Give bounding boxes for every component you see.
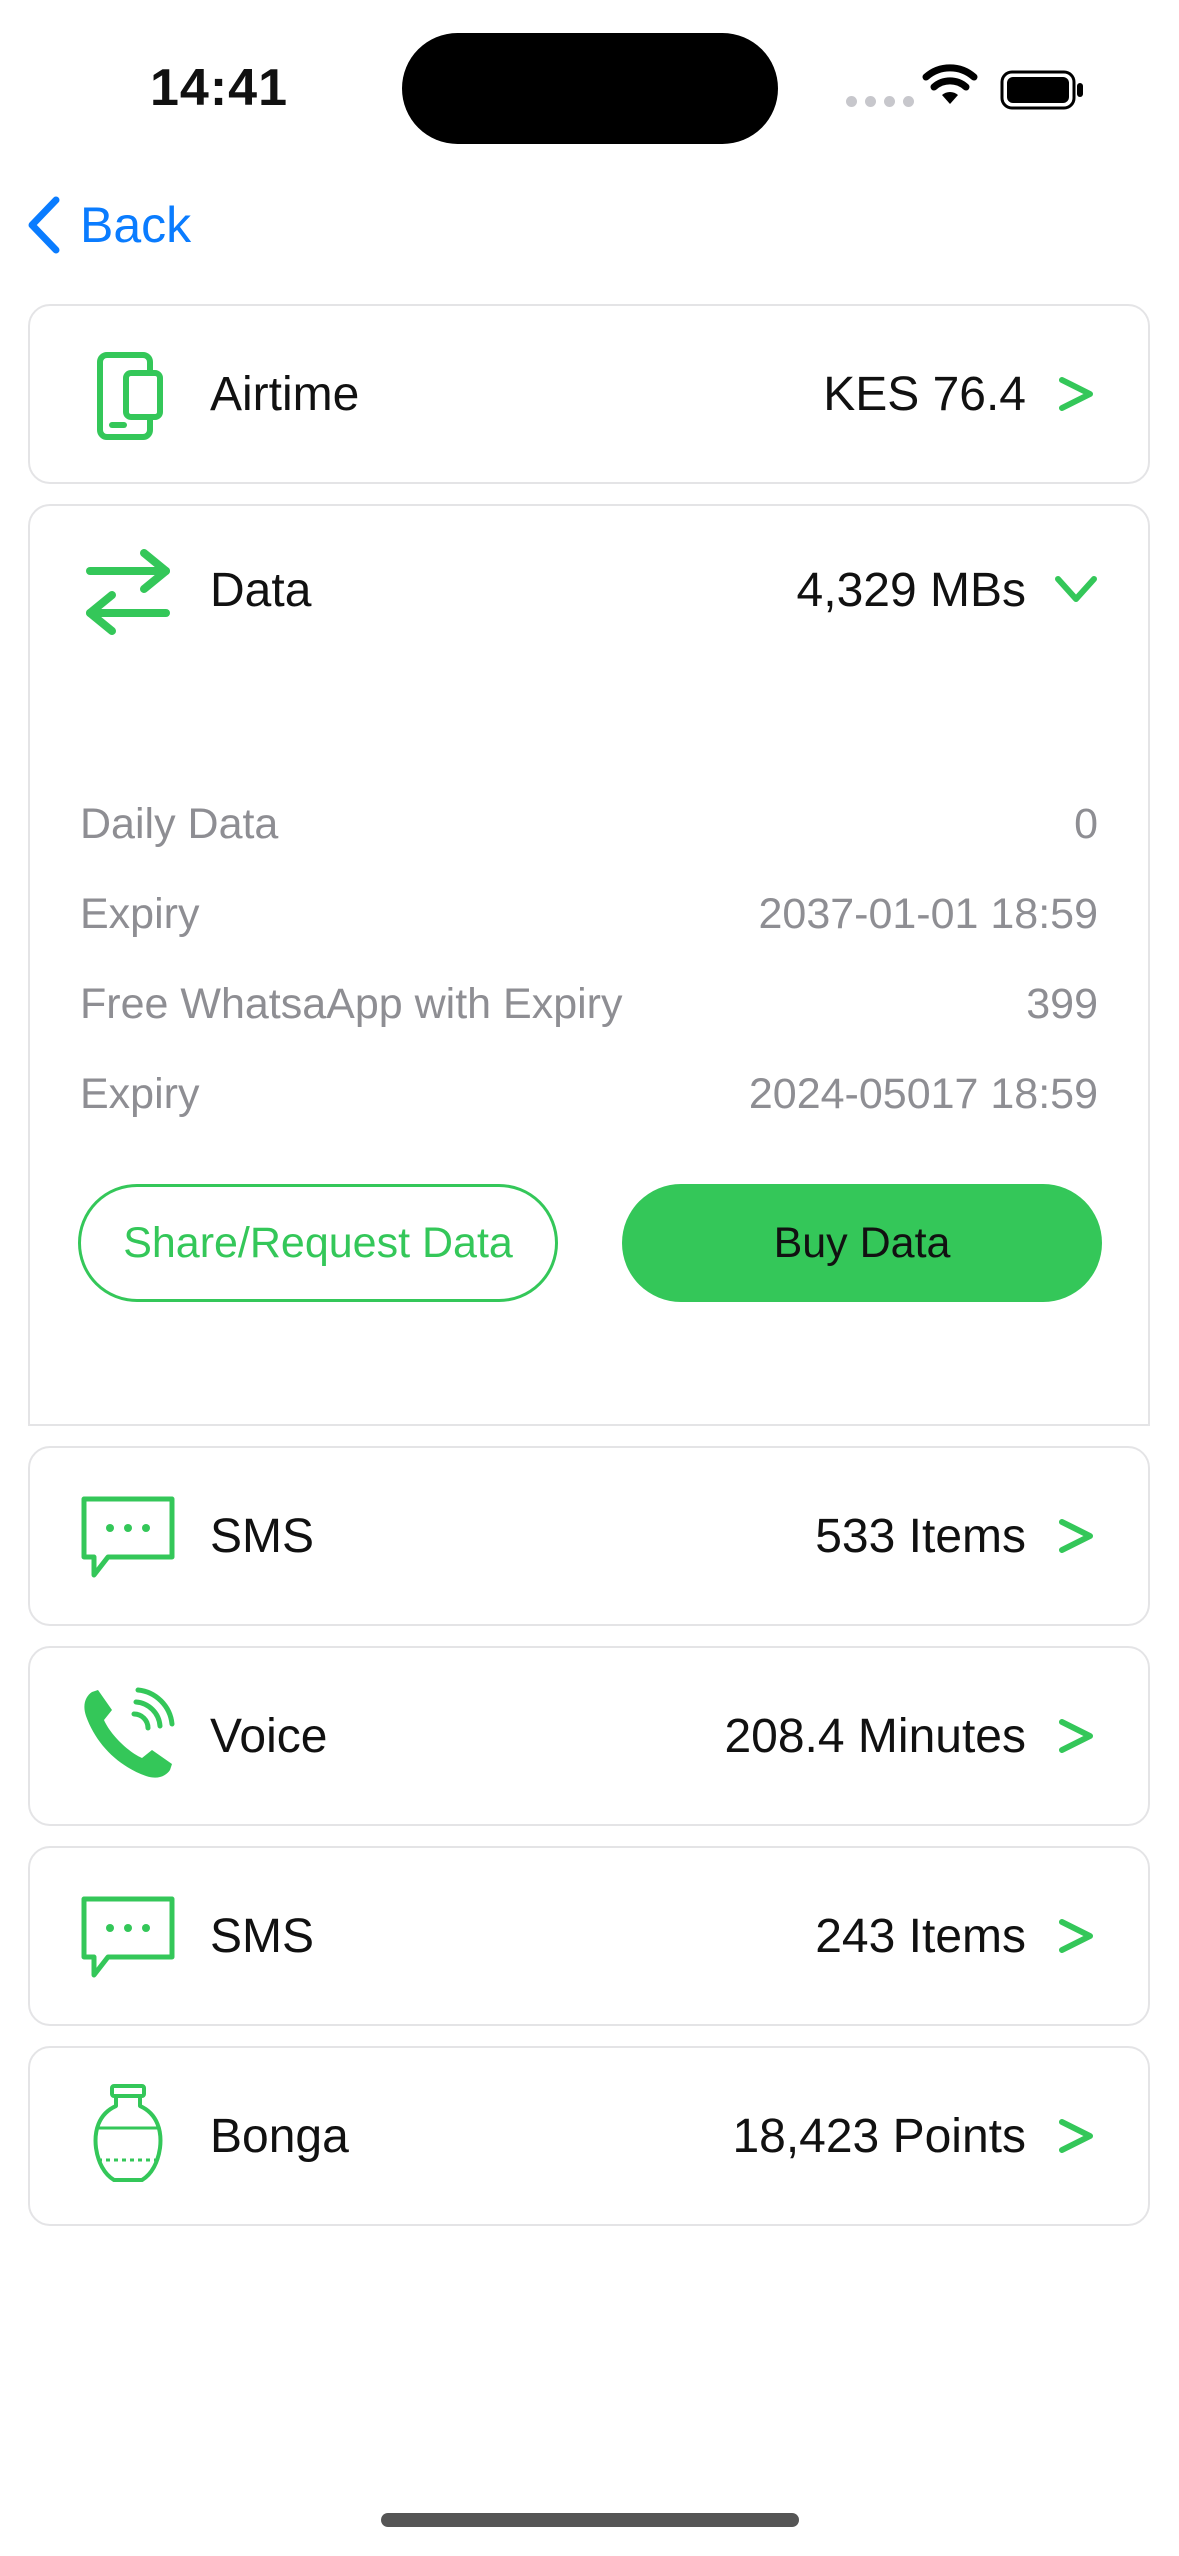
chevron-right-icon — [1054, 1514, 1098, 1558]
dynamic-island — [402, 33, 778, 144]
chevron-right-icon — [1054, 372, 1098, 416]
chevron-down-icon — [1054, 568, 1098, 612]
airtime-value: KES 76.4 — [823, 367, 1026, 421]
voice-label: Voice — [210, 1709, 328, 1763]
data-label: Data — [210, 563, 312, 617]
voice-card[interactable]: Voice 208.4 Minutes — [28, 1646, 1150, 1826]
detail-row: Daily Data 0 — [80, 800, 1098, 849]
detail-value: 2024-05017 18:59 — [748, 1070, 1098, 1118]
detail-label: Daily Data — [80, 800, 279, 848]
detail-value: 2037-01-01 18:59 — [758, 890, 1098, 938]
chevron-right-icon — [1054, 2114, 1098, 2158]
sms-value: 533 Items — [815, 1509, 1026, 1563]
detail-row: Free WhatsaApp with Expiry 399 — [80, 980, 1098, 1029]
detail-label: Free WhatsaApp with Expiry — [80, 980, 623, 1028]
message-bubble-icon — [78, 1888, 178, 1988]
buy-data-button[interactable]: Buy Data — [622, 1184, 1102, 1302]
phone-call-icon — [78, 1684, 178, 1784]
detail-value: 0 — [1074, 800, 1098, 848]
chevron-left-icon — [28, 196, 60, 254]
chevron-right-icon — [1054, 1914, 1098, 1958]
wifi-icon — [922, 64, 978, 104]
detail-label: Expiry — [80, 1070, 200, 1118]
data-card[interactable]: Data 4,329 MBs — [28, 504, 1150, 676]
voice-value: 208.4 Minutes — [724, 1709, 1026, 1763]
back-label: Back — [80, 197, 192, 253]
sms-label: SMS — [210, 1909, 315, 1963]
battery-icon — [1000, 70, 1083, 110]
detail-value: 399 — [1026, 980, 1098, 1028]
transfer-arrows-icon — [78, 542, 178, 642]
data-value: 4,329 MBs — [796, 563, 1026, 617]
phone-card-icon — [78, 346, 178, 446]
detail-row: Expiry 2037-01-01 18:59 — [80, 890, 1098, 939]
sms-card[interactable]: SMS 243 Items — [28, 1846, 1150, 2026]
status-time: 14:41 — [150, 59, 288, 117]
back-button[interactable]: Back — [26, 196, 191, 254]
sms-card[interactable]: SMS 533 Items — [28, 1446, 1150, 1626]
bonga-value: 18,423 Points — [732, 2109, 1026, 2163]
share-request-data-button[interactable]: Share/Request Data — [78, 1184, 558, 1302]
bonga-card[interactable]: Bonga 18,423 Points — [28, 2046, 1150, 2226]
cellular-signal-icon — [846, 96, 914, 107]
vase-icon — [78, 2084, 178, 2184]
airtime-label: Airtime — [210, 367, 360, 421]
sms-label: SMS — [210, 1509, 315, 1563]
home-indicator[interactable] — [381, 2513, 799, 2527]
airtime-card[interactable]: Airtime KES 76.4 — [28, 304, 1150, 484]
detail-row: Expiry 2024-05017 18:59 — [80, 1070, 1098, 1119]
detail-label: Expiry — [80, 890, 200, 938]
bonga-label: Bonga — [210, 2109, 349, 2163]
sms-value: 243 Items — [815, 1909, 1026, 1963]
chevron-right-icon — [1054, 1714, 1098, 1758]
message-bubble-icon — [78, 1488, 178, 1588]
data-details-panel: Daily Data 0 Expiry 2037-01-01 18:59 Fre… — [28, 672, 1150, 1426]
